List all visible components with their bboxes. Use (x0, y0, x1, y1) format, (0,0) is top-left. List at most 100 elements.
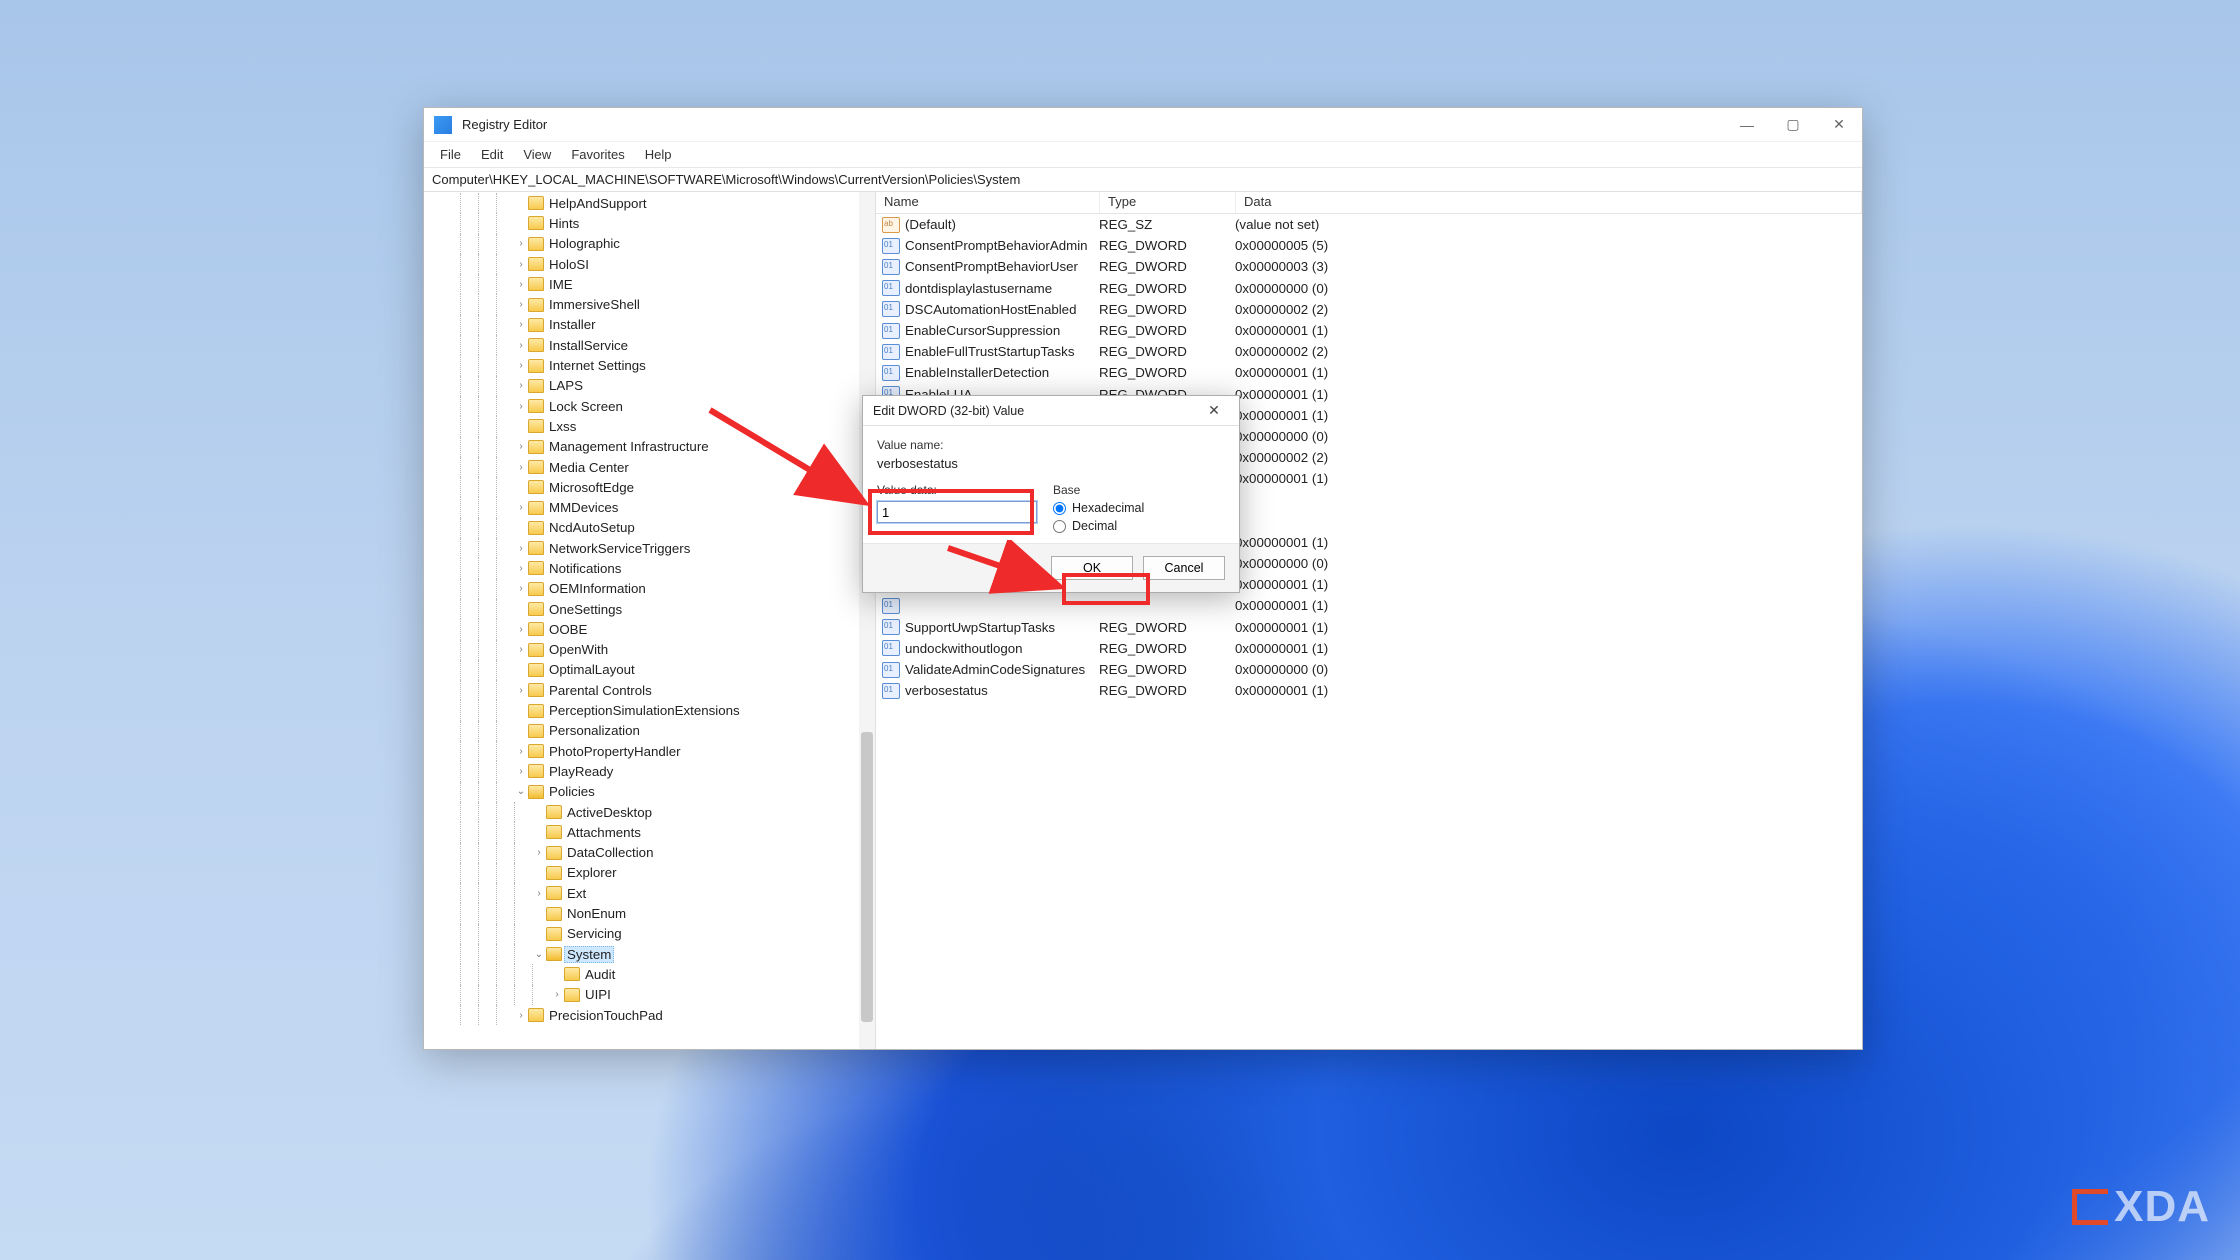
value-row[interactable]: verbosestatusREG_DWORD0x00000001 (1) (876, 680, 1862, 701)
tree-expander[interactable]: › (514, 543, 528, 554)
tree-item[interactable]: MicrosoftEdge (424, 477, 875, 497)
value-row[interactable]: (Default)REG_SZ(value not set) (876, 214, 1862, 235)
value-row[interactable]: undockwithoutlogonREG_DWORD0x00000001 (1… (876, 638, 1862, 659)
value-row[interactable]: EnableInstallerDetectionREG_DWORD0x00000… (876, 362, 1862, 383)
tree-item[interactable]: NcdAutoSetup (424, 518, 875, 538)
tree-expander[interactable]: ⌄ (514, 786, 528, 797)
radio-hexadecimal[interactable]: Hexadecimal (1053, 501, 1225, 515)
tree-expander[interactable]: › (514, 259, 528, 270)
tree-item[interactable]: Servicing (424, 924, 875, 944)
tree-expander[interactable]: › (514, 401, 528, 412)
tree-item[interactable]: Lxss (424, 416, 875, 436)
tree-item[interactable]: ›DataCollection (424, 843, 875, 863)
titlebar[interactable]: Registry Editor — ▢ ✕ (424, 108, 1862, 142)
menu-help[interactable]: Help (635, 145, 682, 164)
cancel-button[interactable]: Cancel (1143, 556, 1225, 580)
tree-item[interactable]: PerceptionSimulationExtensions (424, 700, 875, 720)
values-pane[interactable]: Name Type Data (Default)REG_SZ(value not… (876, 192, 1862, 1049)
tree-item[interactable]: ›PlayReady (424, 761, 875, 781)
col-header-name[interactable]: Name (876, 192, 1100, 213)
tree-item[interactable]: ›PhotoPropertyHandler (424, 741, 875, 761)
tree-item[interactable]: ›Ext (424, 883, 875, 903)
tree-scrollbar[interactable] (859, 192, 875, 1049)
radio-dec-input[interactable] (1053, 520, 1066, 533)
value-row[interactable]: EnableCursorSuppressionREG_DWORD0x000000… (876, 320, 1862, 341)
tree-expander[interactable]: › (532, 888, 546, 899)
tree-expander[interactable]: ⌄ (532, 949, 546, 960)
tree-expander[interactable]: › (514, 685, 528, 696)
col-header-data[interactable]: Data (1236, 192, 1862, 213)
value-row[interactable]: ValidateAdminCodeSignaturesREG_DWORD0x00… (876, 659, 1862, 680)
tree-expander[interactable]: › (550, 989, 564, 1000)
ok-button[interactable]: OK (1051, 556, 1133, 580)
tree-expander[interactable]: › (514, 766, 528, 777)
menu-favorites[interactable]: Favorites (561, 145, 634, 164)
tree-item[interactable]: ›OpenWith (424, 640, 875, 660)
tree-item[interactable]: Personalization (424, 721, 875, 741)
tree-scroll-thumb[interactable] (861, 732, 873, 1022)
tree-item[interactable]: ›Lock Screen (424, 396, 875, 416)
tree-item[interactable]: OptimalLayout (424, 660, 875, 680)
tree-expander[interactable]: › (514, 319, 528, 330)
value-row[interactable]: EnableFullTrustStartupTasksREG_DWORD0x00… (876, 341, 1862, 362)
tree-item[interactable]: HelpAndSupport (424, 193, 875, 213)
tree-item[interactable]: ⌄System (424, 944, 875, 964)
value-row[interactable]: dontdisplaylastusernameREG_DWORD0x000000… (876, 278, 1862, 299)
tree-item[interactable]: ⌄Policies (424, 782, 875, 802)
tree-item[interactable]: Audit (424, 964, 875, 984)
tree-expander[interactable]: › (514, 299, 528, 310)
menu-view[interactable]: View (513, 145, 561, 164)
tree-item[interactable]: ›OEMInformation (424, 579, 875, 599)
tree-item[interactable]: ›UIPI (424, 985, 875, 1005)
tree-expander[interactable]: › (514, 624, 528, 635)
tree-expander[interactable]: › (514, 502, 528, 513)
dialog-close-button[interactable]: ✕ (1199, 396, 1229, 426)
value-row[interactable]: ConsentPromptBehaviorUserREG_DWORD0x0000… (876, 256, 1862, 277)
tree-item[interactable]: ›Management Infrastructure (424, 437, 875, 457)
tree-expander[interactable]: › (514, 441, 528, 452)
tree-pane[interactable]: HelpAndSupport Hints›Holographic›HoloSI›… (424, 192, 876, 1049)
tree-item[interactable]: ›Media Center (424, 457, 875, 477)
tree-expander[interactable]: › (532, 847, 546, 858)
tree-expander[interactable]: › (514, 746, 528, 757)
tree-item[interactable]: ›PrecisionTouchPad (424, 1005, 875, 1025)
tree-item[interactable]: ›Holographic (424, 234, 875, 254)
tree-expander[interactable]: › (514, 563, 528, 574)
tree-expander[interactable]: › (514, 462, 528, 473)
value-data-input[interactable] (877, 501, 1037, 523)
list-header[interactable]: Name Type Data (876, 192, 1862, 214)
tree-item[interactable]: ›Parental Controls (424, 680, 875, 700)
tree-expander[interactable]: › (514, 238, 528, 249)
tree-item[interactable]: ›InstallService (424, 335, 875, 355)
tree-item[interactable]: ›Installer (424, 315, 875, 335)
value-row[interactable]: 0x00000001 (1) (876, 595, 1862, 616)
tree-item[interactable]: ›OOBE (424, 619, 875, 639)
tree-item[interactable]: NonEnum (424, 903, 875, 923)
tree-expander[interactable]: › (514, 1010, 528, 1021)
tree-expander[interactable]: › (514, 644, 528, 655)
value-row[interactable]: DSCAutomationHostEnabledREG_DWORD0x00000… (876, 299, 1862, 320)
tree-item[interactable]: ›HoloSI (424, 254, 875, 274)
close-button[interactable]: ✕ (1816, 108, 1862, 142)
address-bar[interactable]: Computer\HKEY_LOCAL_MACHINE\SOFTWARE\Mic… (424, 168, 1862, 192)
value-row[interactable]: SupportUwpStartupTasksREG_DWORD0x0000000… (876, 617, 1862, 638)
col-header-type[interactable]: Type (1100, 192, 1236, 213)
radio-decimal[interactable]: Decimal (1053, 519, 1225, 533)
tree-expander[interactable]: › (514, 279, 528, 290)
tree-item[interactable]: Attachments (424, 822, 875, 842)
minimize-button[interactable]: — (1724, 108, 1770, 142)
dialog-titlebar[interactable]: Edit DWORD (32-bit) Value ✕ (863, 396, 1239, 426)
tree-item[interactable]: ›Internet Settings (424, 355, 875, 375)
maximize-button[interactable]: ▢ (1770, 108, 1816, 142)
radio-hex-input[interactable] (1053, 502, 1066, 515)
tree-item[interactable]: OneSettings (424, 599, 875, 619)
menu-file[interactable]: File (430, 145, 471, 164)
tree-item[interactable]: Hints (424, 213, 875, 233)
tree-item[interactable]: ›ImmersiveShell (424, 294, 875, 314)
tree-expander[interactable]: › (514, 380, 528, 391)
tree-item[interactable]: ›NetworkServiceTriggers (424, 538, 875, 558)
tree-item[interactable]: ›IME (424, 274, 875, 294)
value-row[interactable]: ConsentPromptBehaviorAdminREG_DWORD0x000… (876, 235, 1862, 256)
tree-expander[interactable]: › (514, 360, 528, 371)
tree-item[interactable]: ›LAPS (424, 376, 875, 396)
